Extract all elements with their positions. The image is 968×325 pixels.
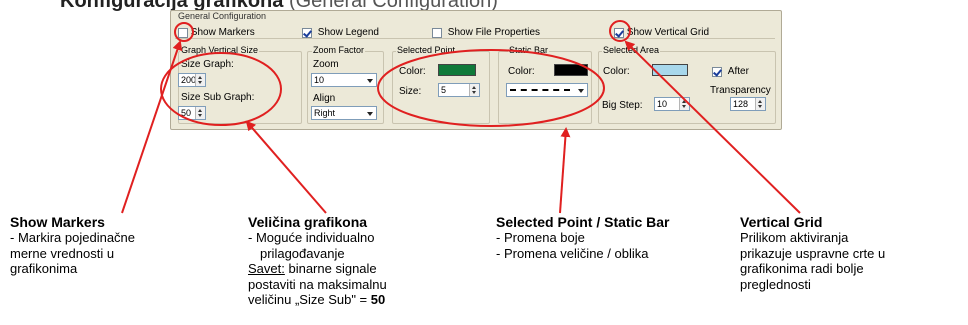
annotation-line: prikazuje uspravne crte u <box>740 245 886 261</box>
annotation-selected-point-title: Selected Point / Static Bar <box>496 214 670 230</box>
velicina-arrow <box>245 120 327 214</box>
annotation-line: preglednosti <box>740 276 811 292</box>
annotation-tip-line: Savet: binarne signale <box>248 261 387 277</box>
show-markers-arrow <box>121 40 183 214</box>
annotation-show-markers-title: Show Markers <box>10 214 105 230</box>
annotation-line: - Promena boje <box>496 230 585 245</box>
annotation-line: - Moguće individualno <box>248 230 375 245</box>
annotation-show-markers: Show Markers - Markira pojedinačne merne… <box>10 214 135 277</box>
vertical-grid-arrow <box>624 40 801 214</box>
annotation-line: merne vrednosti u <box>10 245 115 261</box>
annotation-line: grafikonima radi bolje <box>740 261 864 276</box>
annotation-velicina: Veličina grafikona - Moguće individualno… <box>248 214 387 308</box>
annotation-tip-value: 50 <box>370 292 386 307</box>
annotation-tip-text: binarne signale <box>284 261 377 276</box>
annotation-line: postaviti na maksimalnu <box>248 276 387 292</box>
point-bar-highlight-ellipse <box>377 49 605 127</box>
show-markers-highlight-circle <box>174 22 194 42</box>
annotation-line: grafikonima <box>10 261 78 276</box>
annotation-vertical-grid: Vertical Grid Prilikom aktiviranja prika… <box>740 214 885 292</box>
annotation-vertical-grid-title: Vertical Grid <box>740 214 823 230</box>
selected-point-arrow <box>559 127 571 214</box>
annotation-selected-point: Selected Point / Static Bar - Promena bo… <box>496 214 670 261</box>
annotation-velicina-title: Veličina grafikona <box>248 214 368 230</box>
annotation-line: prilagođavanje <box>260 245 345 261</box>
annotation-line: Prilikom aktiviranja <box>740 230 849 245</box>
vertical-grid-highlight-circle <box>609 20 631 42</box>
annotation-tip-text: veličinu „Size Sub" = <box>248 292 371 307</box>
annotation-tip-prefix: Savet: <box>248 261 285 276</box>
annotation-line: - Promena veličine / oblika <box>496 245 649 261</box>
annotation-line: - Markira pojedinačne <box>10 230 136 245</box>
annotation-tip-last-line: veličinu „Size Sub" = 50 <box>248 292 387 308</box>
graph-size-highlight-ellipse <box>160 52 282 126</box>
